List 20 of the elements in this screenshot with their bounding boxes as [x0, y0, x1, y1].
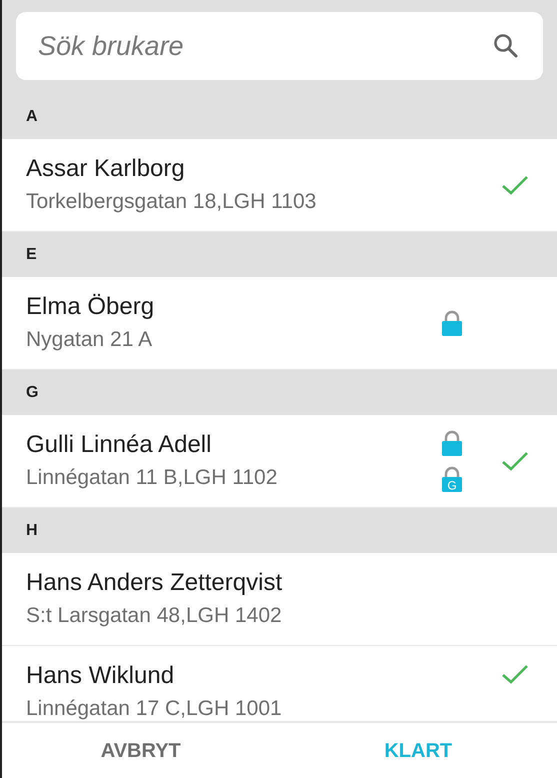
- user-row[interactable]: Hans Anders Zetterqvist S:t Larsgatan 48,LGH 1402: [2, 553, 557, 646]
- user-address: S:t Larsgatan 48,LGH 1402: [26, 602, 283, 629]
- section-header: E: [2, 232, 557, 277]
- user-name: Hans Anders Zetterqvist: [26, 568, 284, 598]
- user-address: Torkelbergsgatan 18,LGH 1103: [26, 188, 318, 215]
- user-address: Nygatan 21 A: [26, 326, 154, 353]
- user-name: Gulli Linnéa Adell: [26, 430, 212, 460]
- section-header: G: [2, 370, 557, 415]
- user-name: Assar Karlborg: [26, 154, 186, 184]
- user-name: Elma Öberg: [26, 292, 156, 322]
- lock-icon: [440, 310, 464, 336]
- search-field[interactable]: Sök brukare: [16, 12, 543, 80]
- search-icon[interactable]: [493, 33, 519, 59]
- user-name: Hans Wiklund: [26, 662, 176, 691]
- user-address: Linnégatan 17 C,LGH 1001: [26, 696, 283, 721]
- user-row[interactable]: Hans Wiklund Linnégatan 17 C,LGH 1001: [2, 646, 557, 722]
- user-address: Linnégatan 11 B,LGH 1102: [26, 464, 278, 491]
- section-header: A: [2, 94, 557, 139]
- section-header: H: [2, 508, 557, 553]
- lock-icon: [440, 430, 464, 456]
